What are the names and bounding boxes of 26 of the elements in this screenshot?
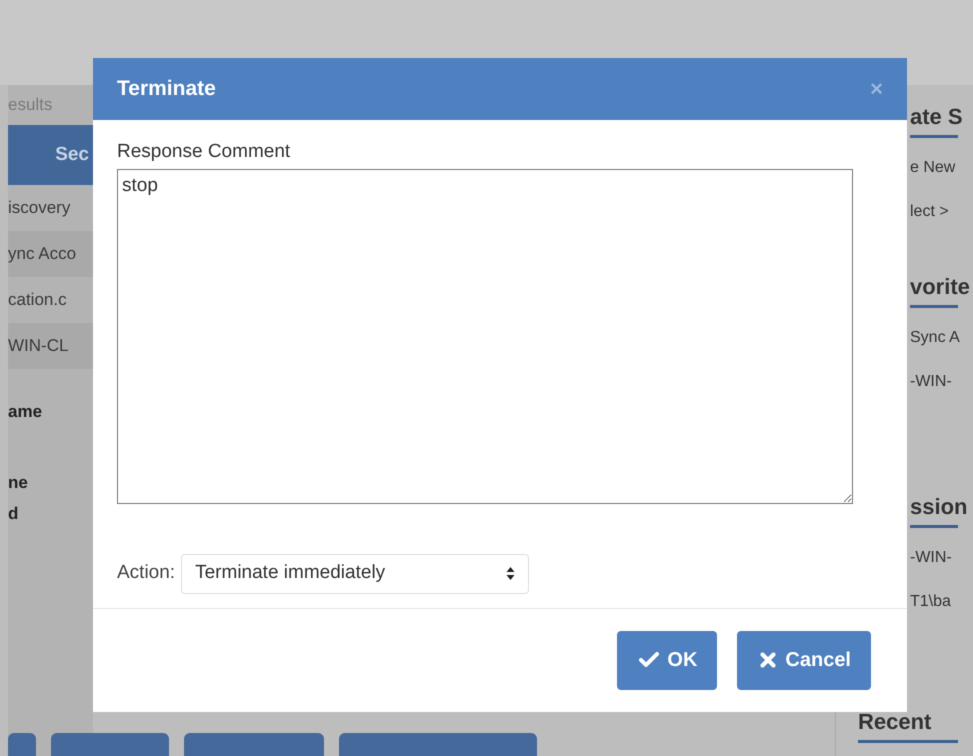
field-label: Response Comment — [117, 140, 292, 164]
field-label: Action: — [117, 561, 176, 586]
updown-icon — [506, 566, 516, 581]
table-cell-text: iscovery — [8, 197, 70, 220]
section-heading: vorite — [910, 273, 970, 301]
section-heading: ate S — [910, 103, 963, 131]
list-item[interactable]: -WIN- — [910, 546, 968, 570]
field-label: ne — [8, 472, 29, 494]
dialog-title: Terminate — [117, 76, 216, 102]
field-label: d — [8, 503, 20, 525]
list-item[interactable]: Sync A — [910, 326, 970, 350]
field-label: ame — [8, 401, 44, 423]
list-item[interactable]: e New — [910, 156, 963, 180]
section-heading: ssion — [910, 493, 968, 521]
cancel-button[interactable]: Cancel — [737, 630, 871, 690]
list-item[interactable]: T1\ba — [910, 590, 968, 614]
ok-button[interactable]: OK — [617, 630, 718, 690]
table-cell-text: cation.c — [8, 289, 67, 312]
list-item[interactable]: -WIN- — [910, 370, 970, 394]
table-cell-text: ync Acco — [8, 243, 76, 266]
table-cell-text: WIN-CL — [8, 335, 68, 358]
list-item[interactable]: lect > — [910, 200, 963, 224]
section-heading: Recent — [858, 708, 932, 736]
table-header: Sec — [8, 125, 93, 185]
comment-field[interactable]: stop — [117, 168, 853, 504]
action-select[interactable]: Terminate immediately — [181, 554, 530, 594]
